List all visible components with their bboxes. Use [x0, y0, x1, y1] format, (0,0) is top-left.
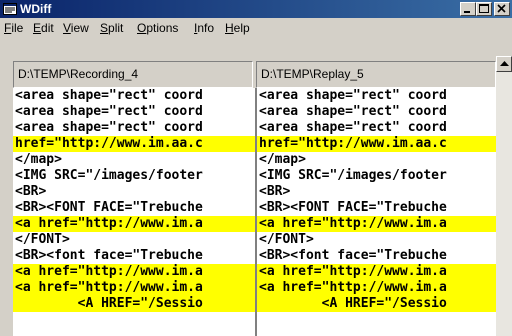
menu-split[interactable]: Split: [100, 21, 123, 35]
diff-line: <BR><FONT FACE="Trebuche: [259, 200, 447, 215]
menu-edit[interactable]: Edit: [33, 21, 54, 35]
menu-view[interactable]: View: [63, 21, 89, 35]
diff-line: <BR>: [259, 184, 291, 199]
diff-line: <area shape="rect" coord: [15, 120, 203, 135]
left-diff-pane[interactable]: <area shape="rect" coord <area shape="rec…: [13, 88, 255, 336]
diff-line: <area shape="rect" coord: [259, 88, 447, 103]
right-diff-pane[interactable]: <area shape="rect" coord <area shape="rec…: [257, 88, 499, 336]
diff-line-changed: <A HREF="/Sessio: [13, 296, 255, 312]
diff-line: </map>: [15, 152, 62, 167]
diff-line-changed: <a href="http://www.im.a: [257, 264, 499, 280]
diff-line: </FONT>: [15, 232, 70, 247]
menu-options[interactable]: Options: [137, 21, 178, 35]
maximize-icon: [479, 4, 489, 13]
menu-file[interactable]: File: [4, 21, 23, 35]
minimize-icon: [464, 11, 470, 13]
diff-line-changed: <a href="http://www.im.a: [13, 216, 255, 232]
diff-line: </FONT>: [259, 232, 314, 247]
diff-line: </map>: [259, 152, 306, 167]
diff-line-changed: href="http://www.im.aa.c: [257, 136, 499, 152]
menu-help[interactable]: Help: [225, 21, 250, 35]
diff-line: <BR><FONT FACE="Trebuche: [15, 200, 203, 215]
diff-line: <IMG SRC="/images/footer: [259, 168, 447, 183]
diff-line: <area shape="rect" coord: [259, 104, 447, 119]
title-bar[interactable]: WDiff: [0, 0, 512, 18]
menu-bar: File Edit View Split Options Info Help: [0, 18, 512, 38]
wdiff-window: WDiff File Edit View Split Options Info …: [0, 0, 512, 336]
app-icon[interactable]: [3, 3, 17, 15]
scroll-up-button[interactable]: [496, 56, 512, 72]
right-file-path: D:\TEMP\Replay_5: [256, 61, 496, 88]
diff-line-changed: <a href="http://www.im.a: [13, 264, 255, 280]
up-arrow-icon: [500, 61, 509, 66]
diff-line-changed: <a href="http://www.im.a: [257, 280, 499, 296]
diff-line-changed: href="http://www.im.aa.c: [13, 136, 255, 152]
window-title: WDiff: [20, 2, 52, 16]
diff-line: <area shape="rect" coord: [15, 104, 203, 119]
vertical-scrollbar[interactable]: [496, 56, 512, 336]
diff-line: <BR>: [15, 184, 47, 199]
maximize-button[interactable]: [476, 2, 492, 16]
menu-info[interactable]: Info: [194, 21, 214, 35]
close-icon: [497, 4, 506, 13]
diff-line-changed: <a href="http://www.im.a: [13, 280, 255, 296]
diff-line-changed: <a href="http://www.im.a: [257, 216, 499, 232]
diff-line: <area shape="rect" coord: [259, 120, 447, 135]
diff-line: <BR><font face="Trebuche: [259, 248, 447, 263]
left-file-path: D:\TEMP\Recording_4: [13, 61, 253, 88]
diff-line: <IMG SRC="/images/footer: [15, 168, 203, 183]
minimize-button[interactable]: [460, 2, 476, 16]
close-button[interactable]: [494, 2, 510, 16]
diff-line: <area shape="rect" coord: [15, 88, 203, 103]
diff-line-changed: <A HREF="/Sessio: [257, 296, 499, 312]
diff-line: <BR><font face="Trebuche: [15, 248, 203, 263]
